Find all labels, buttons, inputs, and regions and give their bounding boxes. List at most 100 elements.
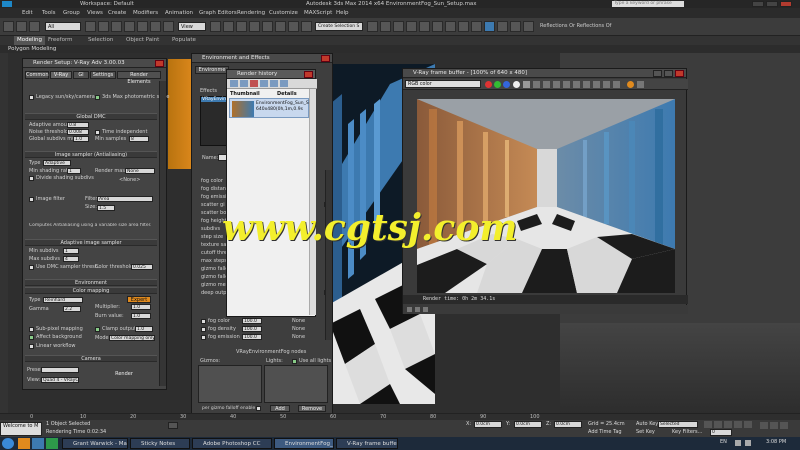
fog-density-amount[interactable]: 100.0 [242,326,262,332]
menu-maxscript[interactable]: MAXScript [304,8,332,18]
tab-vray[interactable]: V-Ray [50,71,72,79]
previous-frame-icon[interactable] [714,421,722,428]
fog-emission-amount[interactable]: 100.0 [242,334,262,340]
color-threshold-spinner[interactable]: 0.025 [131,264,153,270]
system-clock[interactable]: 3:08 PM [766,439,786,445]
render-icon[interactable] [627,81,634,88]
filter-dropdown[interactable]: Area [97,196,153,202]
percent-snap-icon[interactable] [275,21,286,32]
view-dropdown[interactable]: Quad 4 - VRayC [41,377,79,383]
menu-animation[interactable]: Animation [165,8,193,18]
clamp-spinner[interactable]: 1.0 [135,326,153,332]
material-editor-icon[interactable] [445,21,456,32]
explorer-icon[interactable] [18,438,30,449]
mirror-icon[interactable] [367,21,378,32]
pixel-info-icon[interactable] [613,81,620,88]
tab-gi[interactable]: GI [73,71,89,79]
y-coordinate-field[interactable]: 0.0cm [514,421,542,428]
link-to-render-icon[interactable] [603,81,610,88]
vfb-minimize-button[interactable] [653,70,662,77]
curve-editor-icon[interactable] [419,21,430,32]
details-column-header[interactable]: Details [277,91,297,97]
save-icon[interactable] [240,80,248,87]
compare-icon[interactable] [270,80,278,87]
render-setup-icon[interactable] [458,21,469,32]
orbit-icon[interactable] [780,422,788,429]
clear-image-icon[interactable] [553,81,560,88]
image-filter-checkbox[interactable] [29,197,34,202]
use-dmc-checkbox[interactable] [29,265,34,270]
open-icon[interactable] [230,80,238,87]
remove-button[interactable]: Remove [298,405,326,412]
add-time-tag[interactable]: Add Time Tag [588,429,622,435]
close-button[interactable] [780,1,792,7]
menu-group[interactable]: Group [63,8,80,18]
render-setup-close-button[interactable] [155,60,164,67]
tab-render-elements[interactable]: Render Elements [117,71,161,85]
zoom-icon[interactable] [760,422,768,429]
app-logo-icon[interactable] [2,1,12,7]
tab-common[interactable]: Common [25,71,49,79]
render-history-scrollbar[interactable] [309,89,316,315]
expert-button[interactable]: Expert [127,296,151,303]
tab-environment[interactable]: Environme [195,66,229,74]
polygon-modeling-label[interactable]: Polygon Modeling [8,45,56,53]
vfb-title[interactable]: V-Ray frame buffer - [100% of 640 x 480] [403,69,686,78]
menu-tools[interactable]: Tools [42,8,56,18]
legacy-sun-checkbox[interactable] [29,95,34,100]
maxscript-listener[interactable]: Welcome to M [0,422,42,436]
fog-color-map-checkbox[interactable] [201,319,206,324]
rotate-icon[interactable] [150,21,161,32]
render-production-icon[interactable] [484,21,495,32]
tab-selection[interactable]: Selection [88,36,113,45]
clamp-checkbox[interactable] [95,327,100,332]
gizmos-list[interactable] [198,365,262,403]
adaptive-sampler-rollout[interactable]: Adaptive image sampler [25,239,157,246]
window-crossing-icon[interactable] [124,21,135,32]
time-independent-checkbox[interactable] [95,130,100,135]
key-filters-button[interactable]: Key Filters... [672,429,702,435]
vfb-close-button[interactable] [675,70,684,77]
environment-effects-title[interactable]: Environment and Effects [192,54,332,63]
fog-emission-map-slot[interactable]: None [292,334,305,340]
task-3dsmax[interactable]: EnvironmentFog_Su... [274,438,334,449]
fog-density-map-checkbox[interactable] [201,327,206,332]
vfb-maximize-button[interactable] [664,70,673,77]
menu-views[interactable]: Views [87,8,103,18]
rectangle-selection-icon[interactable] [111,21,122,32]
multiplier-spinner[interactable]: 1.0 [131,304,151,310]
mode-dropdown[interactable]: Color mapping only ( [109,335,155,341]
pan-icon[interactable] [770,422,778,429]
burn-value-spinner[interactable]: 1.0 [131,313,151,319]
task-sticky-notes[interactable]: Sticky Notes [130,438,190,449]
blue-channel-icon[interactable] [503,81,510,88]
filter-size-spinner[interactable]: 1.5 [97,205,115,211]
min-shading-spinner[interactable]: 1 [67,168,81,174]
reference-coordinate-dropdown[interactable]: View [178,22,206,31]
per-gizmo-checkbox[interactable] [256,406,261,411]
search-input[interactable]: Type a keyword or phrase [612,1,684,7]
sampler-type-dropdown[interactable]: Adaptive [43,160,71,166]
lights-list[interactable] [264,365,328,403]
key-mode-dropdown[interactable]: Selected [658,421,698,428]
auto-key-button[interactable]: Auto Key [636,421,658,427]
environment-effects-close-button[interactable] [321,55,330,62]
rendered-frame-window-icon[interactable] [471,21,482,32]
render-setup-scrollbar[interactable] [159,81,166,386]
tab-freeform[interactable]: Freeform [48,36,73,45]
start-button[interactable] [2,438,14,449]
srgb-icon[interactable] [423,307,428,312]
environment-scrollbar[interactable] [325,170,332,340]
environment-rollout[interactable]: Environment [25,279,157,286]
schematic-view-icon[interactable] [432,21,443,32]
load-image-icon[interactable] [543,81,550,88]
graphite-toggle-icon[interactable] [406,21,417,32]
fog-color-map-slot[interactable]: None [292,318,305,324]
affect-bg-checkbox[interactable] [29,335,34,340]
fog-emission-map-checkbox[interactable] [201,335,206,340]
render-mask-none[interactable]: <None> [119,177,140,183]
scale-icon[interactable] [163,21,174,32]
menu-graph-editors[interactable]: Graph Editors [199,8,237,18]
menu-rendering[interactable]: Rendering [237,8,265,18]
adaptive-amount-spinner[interactable]: 0.8 [67,122,89,128]
